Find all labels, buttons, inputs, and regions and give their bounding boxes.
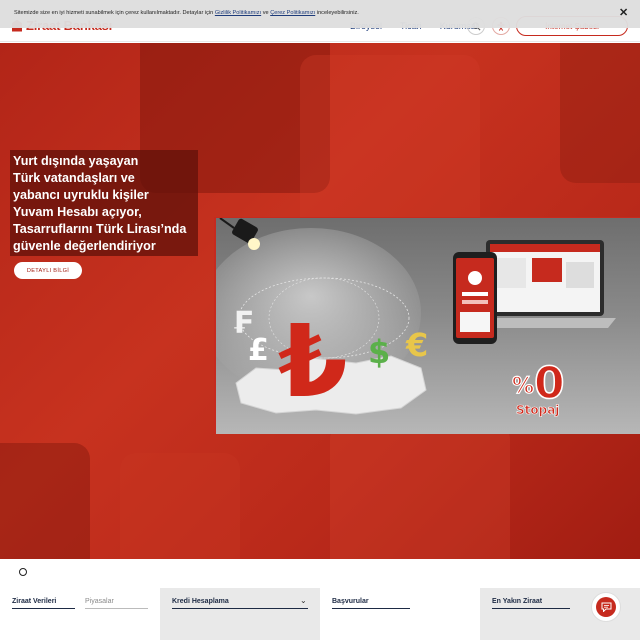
hero-banner[interactable]: Yurt dışında yaşayan Türk vatandaşları v…: [0, 43, 640, 559]
hero-headline: Yurt dışında yaşayan Türk vatandaşları v…: [10, 150, 198, 256]
tab-ziraat-verileri[interactable]: Ziraat Verileri: [12, 598, 56, 605]
stopaj-number: 0: [534, 358, 565, 409]
decor-shape: [330, 423, 510, 559]
cookie-text: Sitemizde size en iyi hizmeti sunabilmek…: [14, 10, 359, 16]
stopaj-badge: % 0 Stopaj: [511, 357, 565, 417]
headline-line: yabancı uyruklu kişiler: [13, 188, 149, 202]
en-yakin-underline: [492, 608, 570, 609]
basvurular-link[interactable]: Başvurular: [332, 598, 369, 605]
stopaj-percent-icon: %: [512, 374, 534, 399]
page: Ziraat Bankası Bireysel Ticari Kurumsal …: [0, 0, 640, 640]
dollar-symbol-icon: $: [368, 333, 390, 371]
chat-button[interactable]: [591, 592, 621, 622]
cookie-banner: Sitemizde size en iyi hizmeti sunabilmek…: [0, 0, 640, 28]
phone-icon: [453, 252, 497, 344]
credit-calculator-panel: Kredi Hesaplama ⌄: [160, 588, 320, 640]
tab-underline: [85, 608, 148, 609]
chevron-down-icon[interactable]: ⌄: [300, 596, 307, 605]
headline-line: Tasarruflarını Türk Lirası’nda: [13, 222, 187, 236]
cookie-text-start: Sitemizde size en iyi hizmeti sunabilmek…: [14, 10, 215, 16]
headline-line: Yurt dışında yaşayan: [13, 154, 139, 168]
detail-button[interactable]: DETAYLI BİLGİ: [14, 262, 82, 279]
tab-piyasalar[interactable]: Piyasalar: [85, 598, 114, 605]
cookie-text-and: ve: [261, 10, 271, 16]
decor-shape: [560, 43, 640, 183]
basvurular-underline: [332, 608, 410, 609]
decor-shape: [0, 443, 90, 559]
headline-line: güvenle değerlendiriyor: [13, 239, 156, 253]
quick-access-bar: Ziraat Verileri Piyasalar Kredi Hesaplam…: [0, 588, 640, 640]
spotlight-icon: [219, 218, 260, 250]
headline-line: Yuvam Hesabı açıyor,: [13, 205, 142, 219]
close-icon[interactable]: ✕: [619, 8, 628, 19]
en-yakin-ziraat-link[interactable]: En Yakın Ziraat: [492, 598, 542, 605]
cookie-text-end: inceleyebilirsiniz.: [315, 10, 359, 16]
stopaj-label: Stopaj: [516, 403, 559, 417]
euro-symbol-icon: €: [405, 326, 428, 364]
headline-line: Türk vatandaşları ve: [13, 171, 135, 185]
slider-dot[interactable]: [19, 568, 27, 576]
promo-image: ₣ £ ₺ $ € % 0 Stopaj: [214, 217, 640, 434]
pound-symbol-icon: £: [248, 333, 269, 368]
tab-underline-active: [12, 608, 75, 609]
privacy-policy-link[interactable]: Gizlilik Politikamızı: [215, 10, 261, 16]
data-panel: Ziraat Verileri Piyasalar: [0, 588, 160, 640]
select-underline: [172, 608, 308, 609]
applications-panel: Başvurular: [320, 588, 480, 640]
promo-illustration: ₣ £ ₺ $ € % 0 Stopaj: [216, 218, 616, 420]
decor-shape: [120, 453, 240, 559]
chat-icon: [596, 597, 616, 617]
kredi-hesaplama-select[interactable]: Kredi Hesaplama: [172, 598, 229, 605]
cookie-policy-link[interactable]: Çerez Politikamızı: [270, 10, 315, 16]
lira-symbol-icon: ₺: [278, 303, 348, 420]
